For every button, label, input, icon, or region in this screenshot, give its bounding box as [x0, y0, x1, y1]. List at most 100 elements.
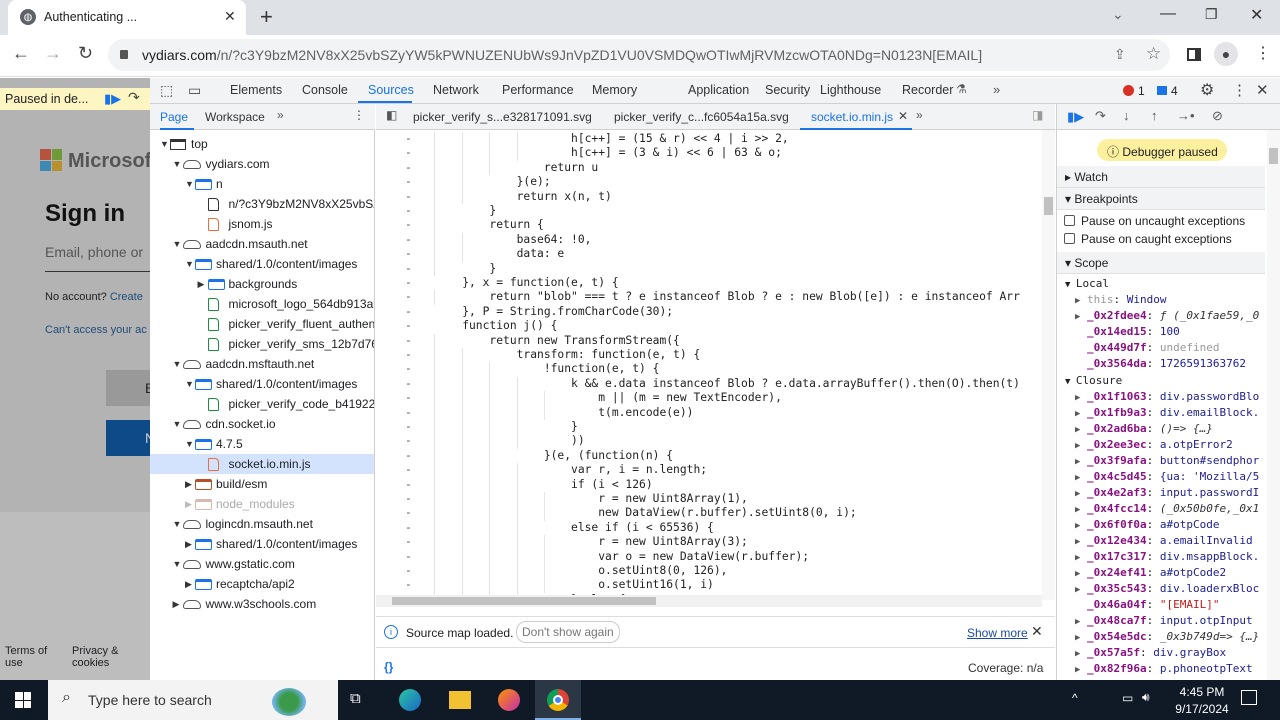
expand-arrow-down-icon[interactable]: ▼ — [185, 374, 194, 394]
tree-item[interactable]: ▼ cdn.socket.io — [150, 414, 374, 434]
expand-arrow-down-icon[interactable]: ▼ — [185, 254, 194, 274]
line-gutter-mark[interactable]: - — [405, 262, 412, 276]
toggle-navigator-icon[interactable]: ◧ — [386, 108, 397, 122]
back-button[interactable]: ← — [12, 43, 30, 64]
expand-arrow-down-icon[interactable]: ▼ — [173, 354, 182, 374]
step-into-button[interactable]: ↓ — [1123, 108, 1130, 123]
tab-search-icon[interactable]: ⌄ — [1112, 6, 1124, 23]
share-icon[interactable]: ⇪ — [1114, 46, 1126, 63]
editor-tab[interactable]: picker_verify_c...fc6054a15a.svg — [614, 110, 789, 124]
tree-item[interactable]: picker_verify_sms_12b7d768 — [150, 334, 374, 354]
line-gutter-mark[interactable]: - — [405, 161, 412, 175]
scope-variable[interactable]: ▶ _0x2ee3ec: a.otpError2 — [1075, 437, 1265, 453]
tree-item[interactable]: ▼ shared/1.0/content/images — [150, 374, 374, 394]
tab-performance[interactable]: Performance — [502, 83, 574, 97]
close-tab-icon[interactable]: ✕ — [224, 8, 236, 25]
tree-item[interactable]: ▼ top — [150, 134, 374, 154]
tree-item[interactable]: microsoft_logo_564db913a7 — [150, 294, 374, 314]
scope-section[interactable]: ▾ Scope — [1057, 252, 1265, 274]
tab-console[interactable]: Console — [302, 83, 348, 97]
code-vscrollbar[interactable] — [1042, 130, 1055, 600]
edge-icon[interactable] — [399, 689, 421, 711]
close-infobar-icon[interactable]: ✕ — [1031, 623, 1043, 640]
line-gutter-mark[interactable]: - — [405, 449, 412, 463]
line-gutter-mark[interactable]: - — [405, 463, 412, 477]
inspect-element-icon[interactable]: ⬚ — [160, 82, 173, 99]
scope-variable[interactable]: ▶ _0x54e5dc: _0x3b749d=> {…} — [1075, 629, 1265, 645]
restore-button[interactable]: ❐ — [1205, 6, 1218, 23]
line-gutter-mark[interactable]: - — [405, 190, 412, 204]
editor-tab[interactable]: picker_verify_s...e328171091.svg — [413, 110, 592, 124]
scope-variable[interactable]: ▶ _0x4fcc14: (_0x50b0fe,_0x1 — [1075, 501, 1265, 517]
scope-variable[interactable]: ▶ _0x82f96a: p.phoneotpText — [1075, 661, 1265, 677]
line-gutter-mark[interactable]: - — [405, 377, 412, 391]
scope-variable[interactable]: ▶ _0x1f1063: div.passwordBlo — [1075, 389, 1265, 405]
more-nav-tabs-icon[interactable]: » — [277, 108, 284, 122]
scope-variable[interactable]: _0x46a04f: "[EMAIL]" — [1075, 597, 1265, 613]
expand-arrow-down-icon[interactable]: ▼ — [173, 554, 182, 574]
tree-item[interactable]: ▼ www.gstatic.com — [150, 554, 374, 574]
email-input[interactable]: Email, phone or — [45, 244, 150, 272]
step-over-button[interactable]: ↷ — [1095, 108, 1106, 124]
line-gutter-mark[interactable]: - — [405, 506, 412, 520]
forward-button[interactable]: → — [44, 43, 62, 64]
expand-arrow-right-icon[interactable]: ▶ — [185, 474, 192, 494]
privacy-link[interactable]: Privacy & cookies — [72, 645, 132, 669]
expand-arrow-down-icon[interactable]: ▼ — [185, 174, 194, 194]
new-tab-button[interactable]: + — [260, 4, 273, 30]
back-page-button[interactable]: B — [106, 370, 150, 406]
tray-chevron-icon[interactable]: ^ — [1072, 691, 1078, 705]
sidebar-scrollbar[interactable] — [1267, 130, 1280, 680]
line-gutter-mark[interactable]: - — [405, 391, 412, 405]
tree-item[interactable]: ▼ n — [150, 174, 374, 194]
tab-sources[interactable]: Sources — [368, 83, 414, 97]
watch-section[interactable]: ▸ Watch — [1057, 166, 1265, 188]
pretty-print-button[interactable]: {} — [384, 660, 393, 674]
scope-variable[interactable]: _0x3564da: 1726591363762 — [1075, 356, 1265, 372]
network-icon[interactable]: ▭ — [1122, 691, 1133, 705]
scope-variable[interactable]: ▶ _0x1fb9a3: div.emailBlock. — [1075, 405, 1265, 421]
line-gutter-mark[interactable]: - — [405, 276, 412, 290]
taskbar-search[interactable]: ⌕ Type here to search — [48, 680, 338, 720]
expand-arrow-right-icon[interactable]: ▶ — [185, 534, 192, 554]
expand-arrow-right-icon[interactable]: ▶ — [185, 494, 192, 514]
line-gutter-mark[interactable]: - — [405, 521, 412, 535]
task-view-icon[interactable]: ⧉ — [350, 690, 361, 707]
line-gutter-mark[interactable]: - — [405, 478, 412, 492]
pause-uncaught-checkbox[interactable]: Pause on uncaught exceptions — [1064, 214, 1245, 228]
line-gutter-mark[interactable]: - — [405, 204, 412, 218]
terms-link[interactable]: Terms of use — [5, 645, 55, 669]
file-explorer-icon[interactable] — [449, 691, 471, 709]
tree-item[interactable]: n/?c3Y9bzM2NV8xX25vbSZyYW5k — [150, 194, 374, 214]
expand-arrow-down-icon[interactable]: ▼ — [173, 234, 182, 254]
tree-item[interactable]: socket.io.min.js — [150, 454, 374, 474]
line-gutter-mark[interactable]: - — [405, 492, 412, 506]
show-more-link[interactable]: Show more — [967, 626, 1028, 640]
code-hscrollbar[interactable] — [376, 595, 1042, 607]
deactivate-breakpoints-button[interactable]: ⊘ — [1212, 108, 1223, 124]
line-gutter-mark[interactable]: - — [405, 319, 412, 333]
scope-variable[interactable]: ▶ _0x3f9afa: button#sendphor — [1075, 453, 1265, 469]
scope-variable[interactable]: ▶ _0x4c5d45: {ua: 'Mozilla/5 — [1075, 469, 1265, 485]
line-gutter-mark[interactable]: - — [405, 535, 412, 549]
settings-gear-icon[interactable]: ⚙ — [1200, 80, 1214, 100]
tree-item[interactable]: ▶ backgrounds — [150, 274, 374, 294]
step-out-button[interactable]: ↑ — [1151, 108, 1158, 123]
close-devtools-icon[interactable]: ✕ — [1256, 81, 1269, 99]
tree-item[interactable]: picker_verify_fluent_authent — [150, 314, 374, 334]
line-gutter-mark[interactable]: - — [405, 550, 412, 564]
tree-item[interactable]: jsnom.js — [150, 214, 374, 234]
close-window-button[interactable]: ✕ — [1250, 5, 1263, 25]
clock-time[interactable]: 4:45 PM — [1172, 685, 1232, 699]
tab-security[interactable]: Security — [765, 83, 810, 97]
expand-arrow-down-icon[interactable]: ▼ — [173, 414, 182, 434]
bookmark-star-icon[interactable]: ☆ — [1146, 44, 1161, 64]
tree-item[interactable]: ▼ 4.7.5 — [150, 434, 374, 454]
scope-variable[interactable]: _0x14ed15: 100 — [1075, 324, 1265, 340]
breakpoints-section[interactable]: ▾ Breakpoints — [1057, 188, 1265, 210]
line-gutter-mark[interactable]: - — [405, 305, 412, 319]
scope-variable[interactable]: ▶ _0x35c543: div.loaderxBloc — [1075, 581, 1265, 597]
expand-arrow-right-icon[interactable]: ▶ — [198, 274, 205, 294]
line-gutter-mark[interactable]: - — [405, 233, 412, 247]
address-bar[interactable]: vydiars.com/n/?c3Y9bzM2NV8xX25vbSZyYW5kP… — [108, 39, 1170, 71]
